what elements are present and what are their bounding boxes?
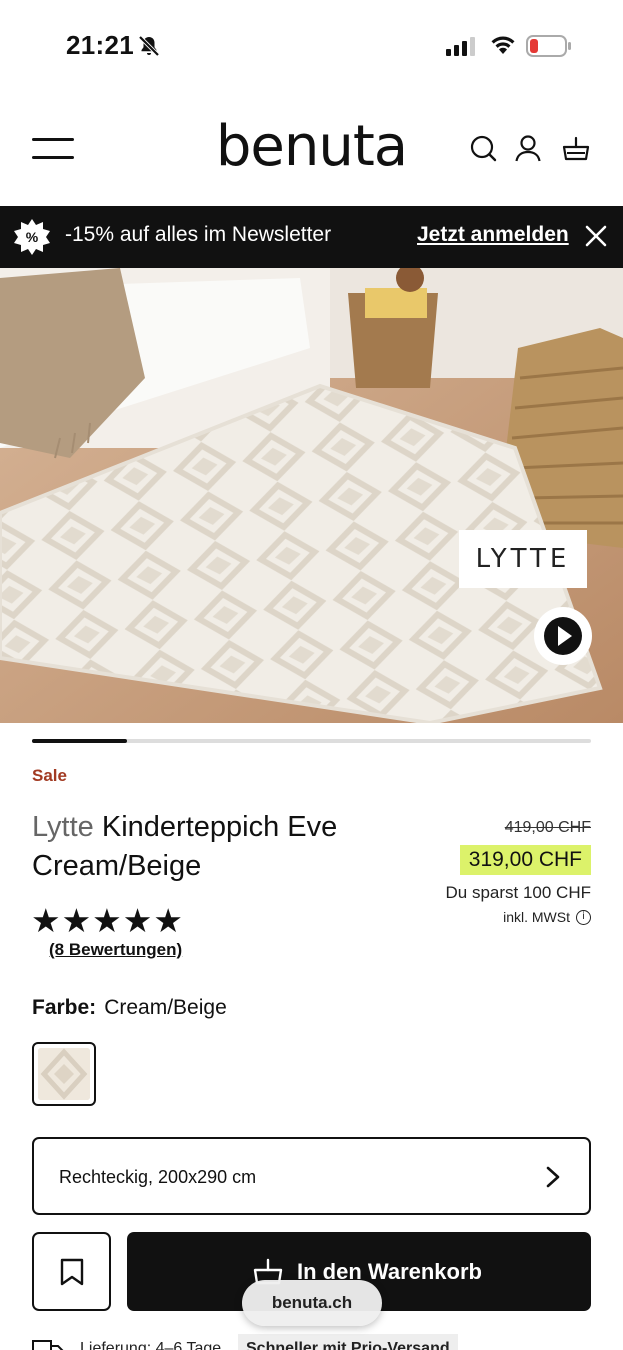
close-icon[interactable]: [585, 225, 607, 247]
truck-icon: [32, 1340, 64, 1350]
product-brand[interactable]: Lytte: [32, 811, 94, 843]
delivery-info: Lieferung: 4–6 Tage Schneller mit Prio-V…: [32, 1334, 623, 1350]
bell-muted-icon: [138, 35, 160, 57]
gallery-progress-fill: [32, 739, 128, 743]
savings-text: Du sparst 100 CHF: [445, 883, 592, 902]
swatch-pattern: [38, 1048, 90, 1100]
gallery-progress: [32, 739, 591, 743]
tax-note-text: inkl. MWSt: [503, 909, 570, 925]
wifi-icon: [491, 36, 515, 54]
product-title: Lytte Kinderteppich Eve Cream/Beige: [32, 808, 362, 886]
cart-basket-icon[interactable]: [562, 134, 590, 162]
size-selector[interactable]: Rechteckig, 200x290 cm: [32, 1137, 591, 1215]
delivery-time: Lieferung: 4–6 Tage: [80, 1340, 222, 1350]
battery-low-icon: [526, 35, 571, 57]
status-bar: 21:21: [0, 0, 623, 92]
cellular-signal-icon: [446, 37, 475, 56]
wishlist-button[interactable]: [32, 1232, 111, 1311]
sale-label: Sale: [32, 766, 67, 785]
browser-url-pill[interactable]: benuta.ch: [242, 1280, 382, 1326]
product-image[interactable]: LYTTE: [0, 268, 623, 723]
color-selection: Farbe: Cream/Beige: [32, 996, 227, 1020]
account-icon[interactable]: [514, 134, 542, 162]
size-value: Rechteckig, 200x290 cm: [59, 1167, 257, 1187]
status-time: 21:21: [66, 30, 134, 60]
play-icon: [558, 626, 572, 646]
express-shipping-badge[interactable]: Schneller mit Prio-Versand: [238, 1334, 458, 1350]
brand-badge: LYTTE: [459, 530, 587, 588]
reviews-link[interactable]: (8 Bewertungen): [49, 940, 182, 960]
svg-text:%: %: [26, 229, 39, 245]
color-value: Cream/Beige: [104, 996, 227, 1019]
tax-note: inkl. MWSt i: [503, 909, 591, 925]
rug-room-photo: [0, 268, 623, 723]
percent-badge-icon: %: [14, 219, 50, 255]
color-label: Farbe:: [32, 996, 97, 1019]
promo-text: -15% auf alles im Newsletter: [65, 223, 332, 246]
site-header: benuta: [0, 92, 623, 206]
chevron-right-icon: [546, 1166, 560, 1188]
play-video-button[interactable]: [534, 607, 592, 665]
info-icon[interactable]: i: [576, 909, 591, 925]
color-swatch-cream-beige[interactable]: [32, 1042, 96, 1106]
rating-stars-icon: ★★★★★: [31, 901, 184, 940]
current-price: 319,00 CHF: [459, 845, 591, 875]
old-price: 419,00 CHF: [504, 819, 591, 836]
bookmark-icon: [60, 1258, 84, 1286]
newsletter-signup-link[interactable]: Jetzt anmelden: [417, 223, 569, 247]
search-icon[interactable]: [469, 134, 497, 162]
newsletter-promo-bar: % -15% auf alles im Newsletter Jetzt anm…: [0, 206, 623, 268]
